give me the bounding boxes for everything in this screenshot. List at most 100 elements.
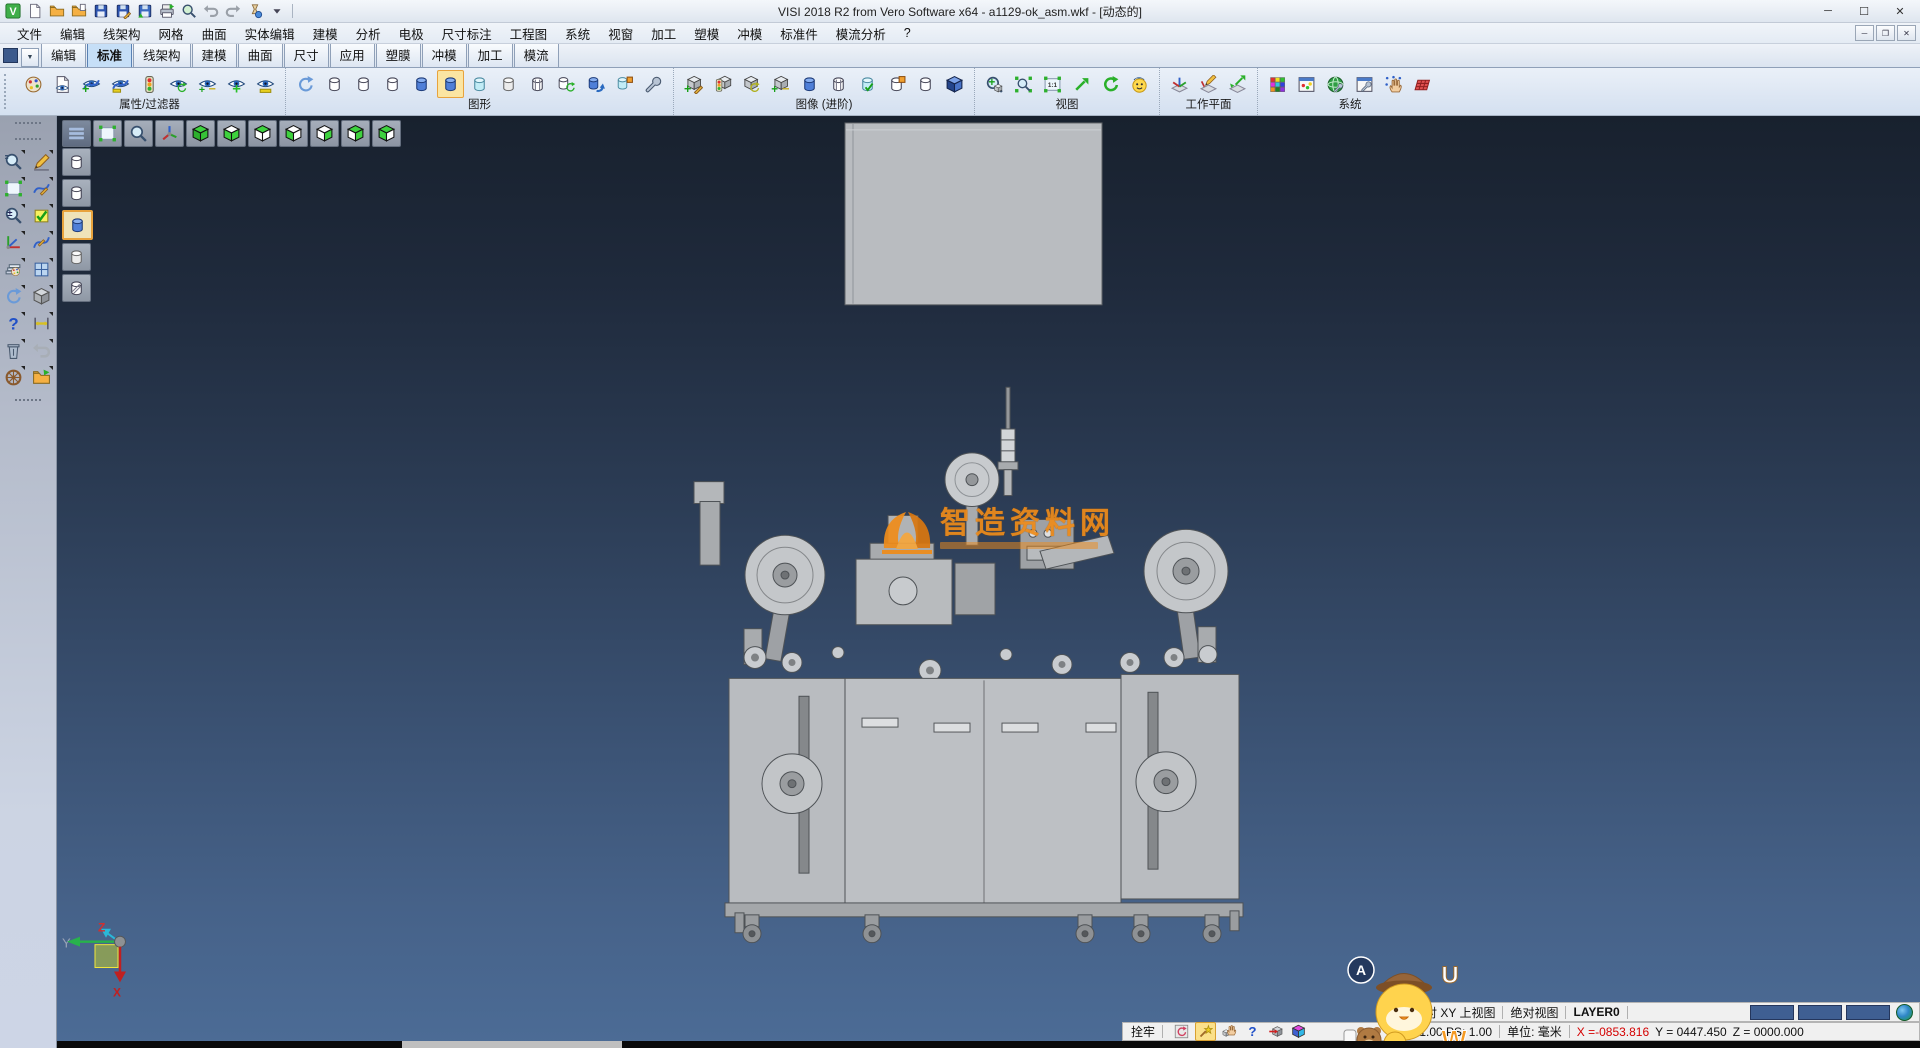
cube-view-top-icon[interactable] xyxy=(248,120,277,147)
units-label[interactable]: 单位: 毫米 xyxy=(1507,1023,1562,1040)
cylinder-white-icon[interactable] xyxy=(495,70,522,98)
view-mode-label[interactable]: 绝对 XY 上视图 xyxy=(1413,1004,1495,1021)
eye-minus-icon[interactable] xyxy=(252,70,279,98)
visi-logo[interactable]: V xyxy=(3,1,23,21)
preview-icon[interactable] xyxy=(179,1,199,21)
axes-plane-icon[interactable] xyxy=(1166,70,1193,98)
cylinder-wire-icon[interactable] xyxy=(350,70,377,98)
toolbar-tab-4[interactable]: 曲面 xyxy=(238,42,283,67)
new-file-icon[interactable] xyxy=(25,1,45,21)
cube-view-iso-icon[interactable] xyxy=(372,120,401,147)
menu-item-12[interactable]: 视窗 xyxy=(599,23,642,44)
toolbar-tab-7[interactable]: 塑膜 xyxy=(376,42,421,67)
cube-view-left-icon[interactable] xyxy=(279,120,308,147)
cubes-plusminus-icon[interactable]: +− xyxy=(767,70,794,98)
cube-view-bottom-icon[interactable] xyxy=(217,120,246,147)
menu-item-16[interactable]: 标准件 xyxy=(771,23,827,44)
undo-icon[interactable] xyxy=(201,1,221,21)
undo-gray-icon[interactable] xyxy=(30,339,53,362)
cylinder-hatch-icon[interactable] xyxy=(62,274,91,302)
cylinder-striped-icon[interactable] xyxy=(825,70,852,98)
menu-item-8[interactable]: 电极 xyxy=(390,23,433,44)
wand-selected-icon[interactable] xyxy=(1195,1022,1216,1041)
toolbar-tab-5[interactable]: 尺寸 xyxy=(284,42,329,67)
ucs-icon[interactable] xyxy=(2,231,25,254)
close-button[interactable]: ✕ xyxy=(1882,1,1918,21)
layers-palette-icon[interactable] xyxy=(2,258,25,281)
red-grid-icon[interactable] xyxy=(1409,70,1436,98)
eye-smiley-icon[interactable] xyxy=(1126,70,1153,98)
cube-color-icon[interactable] xyxy=(1289,1023,1308,1040)
layer-swatch-0[interactable] xyxy=(1750,1005,1794,1020)
cylinder-blue-selected-icon[interactable] xyxy=(437,70,464,98)
cylinder-wire-icon[interactable] xyxy=(379,70,406,98)
cylinder-tag-icon[interactable] xyxy=(883,70,910,98)
view-refresh-icon[interactable] xyxy=(1097,70,1124,98)
menu-item-3[interactable]: 网格 xyxy=(150,23,193,44)
globe-tools-icon[interactable] xyxy=(1322,70,1349,98)
cube-gray-icon[interactable] xyxy=(30,285,53,308)
toolbar-tab-10[interactable]: 模流 xyxy=(514,42,559,67)
save-as-icon[interactable] xyxy=(113,1,133,21)
refresh-icon[interactable] xyxy=(292,70,319,98)
color-grid-icon[interactable] xyxy=(1264,70,1291,98)
wrench-tools-icon[interactable] xyxy=(640,70,667,98)
cylinder-export-icon[interactable] xyxy=(611,70,638,98)
menu-item-7[interactable]: 分析 xyxy=(347,23,390,44)
palette-brush-icon[interactable] xyxy=(20,70,47,98)
eye-plusminus-icon[interactable]: +− xyxy=(194,70,221,98)
tab-dropdown-icon[interactable]: ▼ xyxy=(21,48,39,67)
toolbar-tab-6[interactable]: 应用 xyxy=(330,42,375,67)
mdi-close-button[interactable]: ✕ xyxy=(1897,25,1916,41)
menu-item-13[interactable]: 加工 xyxy=(642,23,685,44)
cube-arrow-icon[interactable] xyxy=(1266,1023,1285,1040)
search-icon[interactable] xyxy=(1392,1004,1411,1021)
maximize-button[interactable]: ☐ xyxy=(1846,1,1882,21)
hand-cube-icon[interactable] xyxy=(1220,1023,1239,1040)
cylinder-white-icon[interactable] xyxy=(62,243,91,271)
minimize-button[interactable]: ─ xyxy=(1810,1,1846,21)
save-icon[interactable] xyxy=(91,1,111,21)
edit-attr-icon[interactable] xyxy=(30,150,53,173)
menu-lines-icon[interactable] xyxy=(62,120,91,147)
curve-edit-icon[interactable] xyxy=(30,177,53,200)
eye-remove-icon[interactable] xyxy=(107,70,134,98)
eye-add-icon[interactable]: + xyxy=(78,70,105,98)
zoom-view-icon[interactable] xyxy=(124,120,153,147)
select-frame-icon[interactable] xyxy=(93,120,122,147)
snap-lock-label[interactable]: 拴牢 xyxy=(1131,1023,1155,1040)
confirm-icon[interactable] xyxy=(30,204,53,227)
redo-icon[interactable] xyxy=(223,1,243,21)
print-icon[interactable] xyxy=(157,1,177,21)
cylinder-rotate-icon[interactable] xyxy=(582,70,609,98)
wheel-tools-icon[interactable] xyxy=(2,366,25,389)
cube-blue-icon[interactable] xyxy=(941,70,968,98)
active-layer-label[interactable]: LAYER0 xyxy=(1573,1005,1619,1019)
menu-item-11[interactable]: 系统 xyxy=(556,23,599,44)
toolbar-tab-3[interactable]: 建模 xyxy=(192,42,237,67)
toolbar-tab-2[interactable]: 线架构 xyxy=(133,42,191,67)
cube-view-back-icon[interactable] xyxy=(341,120,370,147)
cubes-traffic-icon[interactable] xyxy=(709,70,736,98)
menu-item-15[interactable]: 冲模 xyxy=(728,23,771,44)
zoom-dynamic-icon[interactable] xyxy=(2,150,25,173)
export-folder-icon[interactable] xyxy=(30,366,53,389)
history-icon[interactable] xyxy=(245,1,265,21)
toolbar-tab-8[interactable]: 冲模 xyxy=(422,42,467,67)
refresh-view-icon[interactable] xyxy=(2,285,25,308)
menu-item-2[interactable]: 线架构 xyxy=(94,23,150,44)
cubes-add-icon[interactable]: + xyxy=(680,70,707,98)
cylinder-striped-icon[interactable] xyxy=(524,70,551,98)
zoom-scale-icon[interactable]: ± xyxy=(2,204,25,227)
window-grid-icon[interactable] xyxy=(30,258,53,281)
triad-icon[interactable] xyxy=(155,120,184,147)
cylinder-wire-icon[interactable] xyxy=(912,70,939,98)
menu-item-4[interactable]: 曲面 xyxy=(193,23,236,44)
cylinder-check-icon[interactable] xyxy=(854,70,881,98)
menu-item-17[interactable]: 模流分析 xyxy=(827,23,895,44)
mdi-restore-button[interactable]: ❐ xyxy=(1876,25,1895,41)
cube-view-right-icon[interactable] xyxy=(310,120,339,147)
absolute-view-label[interactable]: 绝对视图 xyxy=(1510,1004,1558,1021)
image-settings-icon[interactable] xyxy=(1293,70,1320,98)
cylinder-recycle-icon[interactable] xyxy=(553,70,580,98)
